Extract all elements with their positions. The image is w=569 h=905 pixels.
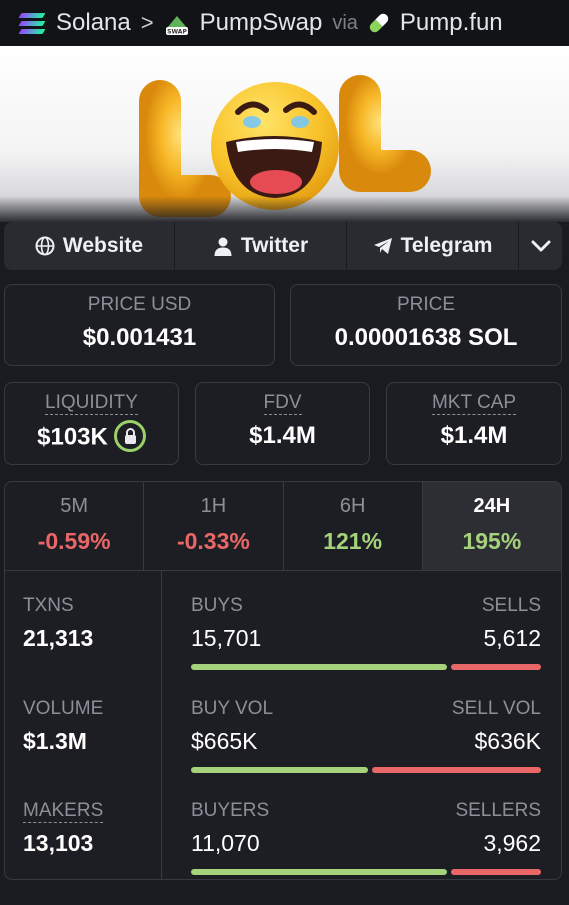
price-native-label: PRICE <box>396 294 456 315</box>
price-usd-card: PRICE USD $0.001431 <box>4 284 275 366</box>
sellers-label: SELLERS <box>455 800 541 821</box>
tab-6h[interactable]: 6H 121% <box>284 482 423 570</box>
makers-label[interactable]: MAKERS <box>23 800 104 823</box>
fdv-card: FDV $1.4M <box>195 382 370 465</box>
buyers-sellers-bar <box>191 869 541 875</box>
svg-text:SWAP: SWAP <box>167 29 187 36</box>
via-label: via <box>332 11 358 34</box>
market-cap-value: $1.4M <box>440 422 508 449</box>
buy-volume-label: BUY VOL <box>191 698 274 719</box>
txns-label: TXNS <box>23 595 74 616</box>
token-banner <box>0 46 569 222</box>
telegram-icon <box>373 238 392 254</box>
lock-icon[interactable] <box>113 420 146 452</box>
tab-1h[interactable]: 1H -0.33% <box>144 482 284 570</box>
buy-sell-volume-row: BUY VOL SELL VOL $665K $636K <box>191 698 541 773</box>
price-usd-value: $0.001431 <box>82 324 197 351</box>
volume-value: $1.3M <box>23 728 87 754</box>
buys-sells-row: BUYS SELLS 15,701 5,612 <box>191 595 541 670</box>
totals-column: TXNS 21,313 VOLUME $1.3M MAKERS 13,103 <box>5 571 162 879</box>
price-change: 121% <box>323 528 383 554</box>
sells-label: SELLS <box>481 595 541 616</box>
buyers-label: BUYERS <box>191 800 270 821</box>
buy-sell-volume-bar <box>191 767 541 773</box>
chain-name[interactable]: Solana <box>56 9 131 37</box>
website-button[interactable]: Website <box>4 222 175 270</box>
fdv-value: $1.4M <box>249 422 316 449</box>
breadcrumb-separator: > <box>140 10 154 35</box>
telegram-label: Telegram <box>400 234 493 257</box>
liquidity-label[interactable]: LIQUIDITY <box>45 392 138 415</box>
buy-volume-value: $665K <box>191 728 258 754</box>
sell-volume-value: $636K <box>474 728 541 754</box>
tab-label: 6H <box>339 495 366 517</box>
price-native-value: 0.00001638 SOL <box>334 324 518 351</box>
volume-label: VOLUME <box>23 698 104 719</box>
buys-label: BUYS <box>191 595 243 616</box>
price-usd-label: PRICE USD <box>87 294 192 315</box>
telegram-button[interactable]: Telegram <box>347 222 519 270</box>
social-links-bar: Website Twitter Telegram <box>4 222 562 270</box>
user-icon <box>214 237 232 256</box>
tab-24h[interactable]: 24H 195% <box>422 482 561 570</box>
solana-icon <box>18 12 46 34</box>
buys-sells-bar <box>191 664 541 670</box>
makers-stat: MAKERS 13,103 <box>23 800 104 857</box>
tab-5m[interactable]: 5M -0.59% <box>5 482 145 570</box>
pill-icon <box>363 7 394 38</box>
twitter-label: Twitter <box>240 234 309 257</box>
fdv-label[interactable]: FDV <box>263 392 302 415</box>
price-native-card: PRICE 0.00001638 SOL <box>290 284 562 366</box>
sells-value: 5,612 <box>483 625 541 651</box>
tab-label: 1H <box>200 495 227 517</box>
buyers-value: 11,070 <box>191 830 260 856</box>
market-cap-card: MKT CAP $1.4M <box>386 382 562 465</box>
txns-stat: TXNS 21,313 <box>23 595 93 652</box>
launchpad-name[interactable]: Pump.fun <box>400 9 503 37</box>
tab-label: 5M <box>60 495 89 517</box>
price-change: -0.59% <box>37 528 111 554</box>
price-change: -0.33% <box>176 528 250 554</box>
buys-value: 15,701 <box>191 625 262 651</box>
buyers-sellers-row: BUYERS SELLERS 11,070 3,962 <box>191 800 541 875</box>
website-label: Website <box>62 234 144 257</box>
sell-volume-label: SELL VOL <box>451 698 541 719</box>
tab-label: 24H <box>473 495 511 517</box>
makers-value: 13,103 <box>23 830 94 856</box>
liquidity-card: LIQUIDITY $103K <box>4 382 179 465</box>
dex-name[interactable]: PumpSwap <box>200 9 323 37</box>
twitter-button[interactable]: Twitter <box>175 222 347 270</box>
price-change: 195% <box>462 528 522 554</box>
chevron-down-icon <box>531 240 550 252</box>
timeframe-tabs: 5M -0.59% 1H -0.33% 6H 121% 24H 195% <box>5 482 561 571</box>
txns-value: 21,313 <box>23 625 94 651</box>
globe-icon <box>35 236 55 256</box>
more-links-button[interactable] <box>519 222 562 270</box>
timeframe-panel: 5M -0.59% 1H -0.33% 6H 121% 24H 195% TXN… <box>4 481 562 880</box>
pumpswap-icon: SWAP <box>164 10 190 36</box>
liquidity-value: $103K <box>37 423 108 451</box>
sellers-value: 3,962 <box>483 830 541 856</box>
market-cap-label[interactable]: MKT CAP <box>431 392 517 415</box>
breadcrumb: Solana > SWAP PumpSwap via Pump.fun <box>0 0 569 46</box>
volume-stat: VOLUME $1.3M <box>23 698 103 755</box>
